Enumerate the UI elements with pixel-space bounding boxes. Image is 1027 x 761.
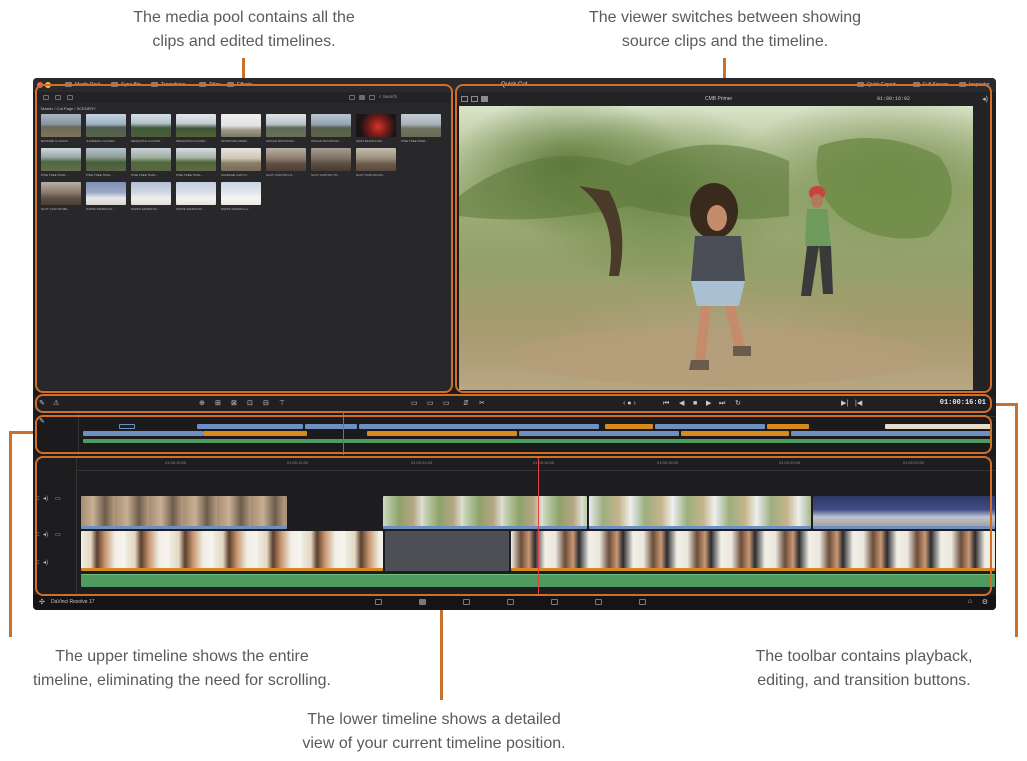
leader-upper-v [9,431,12,637]
callout-line: view of your current timeline position. [302,735,566,752]
settings-icon[interactable]: ⚙ [982,598,988,606]
leader-toolbar-v [1015,403,1018,637]
callout-media-pool: The media pool contains all the clips an… [72,6,416,54]
callout-line: The lower timeline shows a detailed [307,711,561,728]
resolve-cut-page: Media Pool Sync Bin Transitions Titles E… [33,78,996,610]
highlight-toolbar [35,394,992,413]
callout-toolbar: The toolbar contains playback, editing, … [706,645,1022,693]
highlight-upper-timeline [35,415,992,454]
callout-line: source clips and the timeline. [621,33,829,50]
callout-line: editing, and transition buttons. [757,672,971,689]
callout-lower-timeline: The lower timeline shows a detailed view… [244,708,624,756]
home-icon[interactable]: ⌂ [968,598,972,605]
callout-upper-timeline: The upper timeline shows the entire time… [4,645,360,693]
callout-line: clips and edited timelines. [152,33,336,50]
app-name: DaVinci Resolve 17 [51,599,95,605]
media-page-button[interactable] [375,599,382,605]
callout-line: The viewer switches between showing [588,9,862,26]
edit-page-button[interactable] [463,599,470,605]
callout-line: The upper timeline shows the entire [55,648,309,665]
highlight-viewer [455,84,992,393]
deliver-page-button[interactable] [639,599,646,605]
fairlight-page-button[interactable] [595,599,602,605]
callout-line: The toolbar contains playback, [755,648,973,665]
cut-page-button[interactable] [419,599,426,605]
highlight-media-pool [35,84,453,393]
resolve-logo-icon: ✣ [39,599,45,606]
callout-viewer: The viewer switches between showing sour… [520,6,930,54]
page-navigation-bar: ✣ DaVinci Resolve 17 ⌂ ⚙ [33,595,996,610]
fusion-page-button[interactable] [507,599,514,605]
highlight-lower-timeline [35,456,992,596]
color-page-button[interactable] [551,599,558,605]
callout-line: timeline, eliminating the need for scrol… [33,672,331,689]
callout-line: The media pool contains all the [133,9,355,26]
